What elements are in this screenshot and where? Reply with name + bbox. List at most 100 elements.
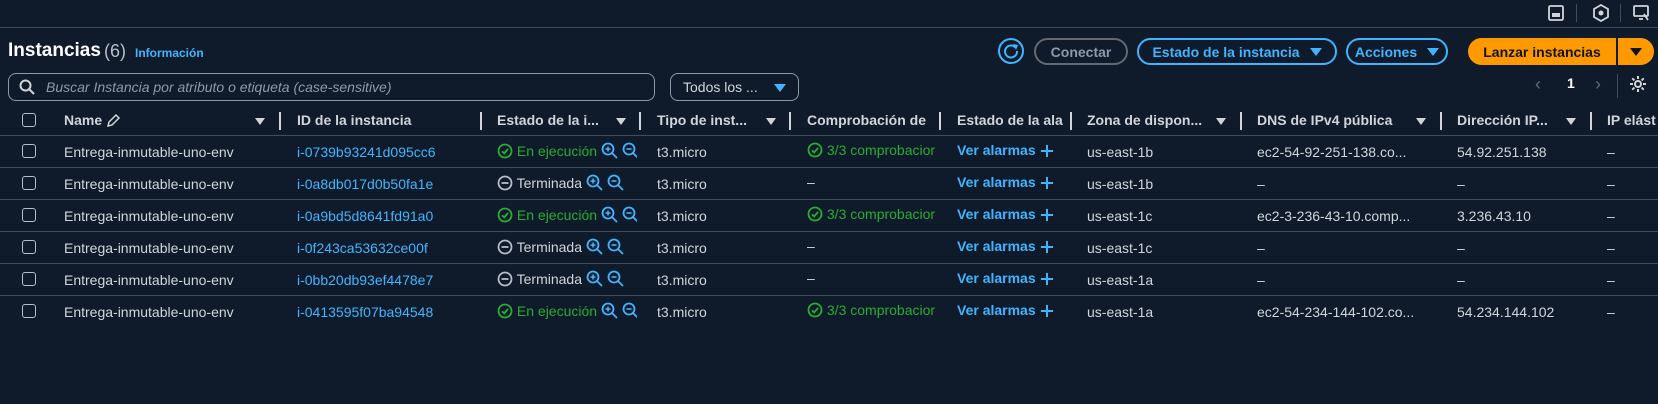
search-input[interactable]: Buscar Instancia por atributo o etiqueta… <box>8 73 655 101</box>
table-row[interactable]: Entrega-inmutable-uno-env i-0bb20db93ef44… <box>0 263 1658 296</box>
zoom-out-icon[interactable] <box>607 270 624 287</box>
sort-caret-icon[interactable] <box>1216 118 1226 125</box>
alarm-status[interactable]: Ver alarmas <box>957 302 1067 318</box>
column-header-instance-type[interactable]: Tipo de inst... <box>657 112 757 128</box>
zoom-in-icon[interactable] <box>601 142 618 159</box>
alarm-status[interactable]: Ver alarmas <box>957 270 1067 286</box>
instance-id-link[interactable]: i-0f243ca53632ce00f <box>297 240 477 256</box>
instance-id-link[interactable]: i-0a9bd5d8641fd91a0 <box>297 208 477 224</box>
table-row[interactable]: Entrega-inmutable-uno-env i-0a8db017d0b50… <box>0 167 1658 200</box>
plus-icon[interactable] <box>1040 174 1054 190</box>
row-checkbox[interactable] <box>22 144 36 158</box>
column-resizer[interactable] <box>1240 112 1242 130</box>
instance-id-link[interactable]: i-0413595f07ba94548 <box>297 304 477 320</box>
sort-caret-icon[interactable] <box>1416 118 1426 125</box>
view-alarms-link[interactable]: Ver alarmas <box>957 302 1036 318</box>
refresh-button[interactable] <box>998 38 1024 64</box>
plus-icon[interactable] <box>1040 142 1054 158</box>
current-page[interactable]: 1 <box>1567 75 1575 91</box>
next-page-icon[interactable]: › <box>1595 74 1601 95</box>
zoom-in-icon[interactable] <box>601 302 618 319</box>
instance-type: t3.micro <box>657 144 707 160</box>
instance-id-link[interactable]: i-0bb20db93ef4478e7 <box>297 272 477 288</box>
zoom-in-icon[interactable] <box>601 206 618 223</box>
instance-id-link[interactable]: i-0a8db017d0b50fa1e <box>297 176 477 192</box>
select-all-checkbox[interactable] <box>22 113 36 127</box>
zoom-in-icon[interactable] <box>586 174 603 191</box>
column-resizer[interactable] <box>480 112 482 130</box>
public-ip: 3.236.43.10 <box>1457 208 1531 224</box>
column-header-elastic-ip[interactable]: IP elást <box>1607 112 1658 128</box>
state-filter-select[interactable]: Todos los ... <box>670 73 799 101</box>
column-resizer[interactable] <box>789 112 791 130</box>
sort-caret-icon[interactable] <box>1566 118 1576 125</box>
alarm-status[interactable]: Ver alarmas <box>957 206 1067 222</box>
info-link[interactable]: Información <box>135 46 204 60</box>
sort-caret-icon[interactable] <box>766 118 776 125</box>
instance-type: t3.micro <box>657 272 707 288</box>
column-header-public-dns[interactable]: DNS de IPv4 pública <box>1257 112 1417 128</box>
view-alarms-link[interactable]: Ver alarmas <box>957 142 1036 158</box>
zoom-in-icon[interactable] <box>586 270 603 287</box>
zoom-out-icon[interactable] <box>622 302 637 319</box>
public-dns: – <box>1257 176 1265 192</box>
row-checkbox[interactable] <box>22 272 36 286</box>
zoom-out-icon[interactable] <box>622 206 637 223</box>
sort-caret-icon[interactable] <box>616 118 626 125</box>
table-row[interactable]: Entrega-inmutable-uno-env i-0f243ca53632c… <box>0 231 1658 264</box>
row-checkbox[interactable] <box>22 240 36 254</box>
zoom-out-icon[interactable] <box>607 174 624 191</box>
actions-dropdown[interactable]: Acciones <box>1346 38 1448 65</box>
table-row[interactable]: Entrega-inmutable-uno-env i-0739b93241d09… <box>0 135 1658 168</box>
zoom-out-icon[interactable] <box>607 238 624 255</box>
plus-icon[interactable] <box>1040 270 1054 286</box>
column-header-status-check[interactable]: Comprobación de <box>807 112 937 128</box>
column-header-public-ip[interactable]: Dirección IP... <box>1457 112 1557 128</box>
gear-icon[interactable] <box>1629 75 1647 93</box>
column-resizer[interactable] <box>939 112 941 130</box>
view-alarms-link[interactable]: Ver alarmas <box>957 270 1036 286</box>
plus-icon[interactable] <box>1040 238 1054 254</box>
column-header-name[interactable]: Name <box>64 112 121 128</box>
zoom-in-icon[interactable] <box>586 238 603 255</box>
screen-share-icon[interactable] <box>1632 4 1650 22</box>
status-check: – <box>807 174 937 190</box>
elastic-ip: – <box>1607 208 1615 224</box>
table-row[interactable]: Entrega-inmutable-uno-env i-0413595f07ba9… <box>0 295 1658 328</box>
plus-icon[interactable] <box>1040 302 1054 318</box>
column-resizer[interactable] <box>639 112 641 130</box>
previous-page-icon[interactable]: ‹ <box>1535 74 1541 95</box>
launch-options-dropdown[interactable] <box>1618 38 1654 65</box>
column-header-instance-state[interactable]: Estado de la i... <box>497 112 602 128</box>
column-resizer[interactable] <box>1440 112 1442 130</box>
panel-icon[interactable] <box>1547 4 1565 22</box>
alarm-status[interactable]: Ver alarmas <box>957 238 1067 254</box>
row-checkbox[interactable] <box>22 304 36 318</box>
instance-name: Entrega-inmutable-uno-env <box>64 240 234 256</box>
row-checkbox[interactable] <box>22 176 36 190</box>
connect-button[interactable]: Conectar <box>1034 38 1128 65</box>
column-resizer[interactable] <box>1070 112 1072 130</box>
row-checkbox[interactable] <box>22 208 36 222</box>
view-alarms-link[interactable]: Ver alarmas <box>957 174 1036 190</box>
launch-instances-button[interactable]: Lanzar instancias <box>1468 38 1616 65</box>
public-dns: – <box>1257 240 1265 256</box>
zoom-out-icon[interactable] <box>622 142 637 159</box>
view-alarms-link[interactable]: Ver alarmas <box>957 206 1036 222</box>
settings-hex-icon[interactable] <box>1592 3 1610 23</box>
plus-icon[interactable] <box>1040 206 1054 222</box>
view-alarms-link[interactable]: Ver alarmas <box>957 238 1036 254</box>
sort-caret-icon[interactable] <box>255 118 265 125</box>
column-header-alarm-status[interactable]: Estado de la ala <box>957 112 1070 128</box>
column-resizer[interactable] <box>279 112 281 130</box>
search-icon <box>19 79 35 95</box>
column-header-availability-zone[interactable]: Zona de dispon... <box>1087 112 1207 128</box>
column-resizer[interactable] <box>1590 112 1592 130</box>
column-header-instance-id[interactable]: ID de la instancia <box>297 112 477 128</box>
alarm-status[interactable]: Ver alarmas <box>957 142 1067 158</box>
instance-state-dropdown[interactable]: Estado de la instancia <box>1137 38 1337 65</box>
table-row[interactable]: Entrega-inmutable-uno-env i-0a9bd5d8641fd… <box>0 199 1658 232</box>
alarm-status[interactable]: Ver alarmas <box>957 174 1067 190</box>
page-title: Instancias <box>8 40 101 61</box>
instance-id-link[interactable]: i-0739b93241d095cc6 <box>297 144 477 160</box>
